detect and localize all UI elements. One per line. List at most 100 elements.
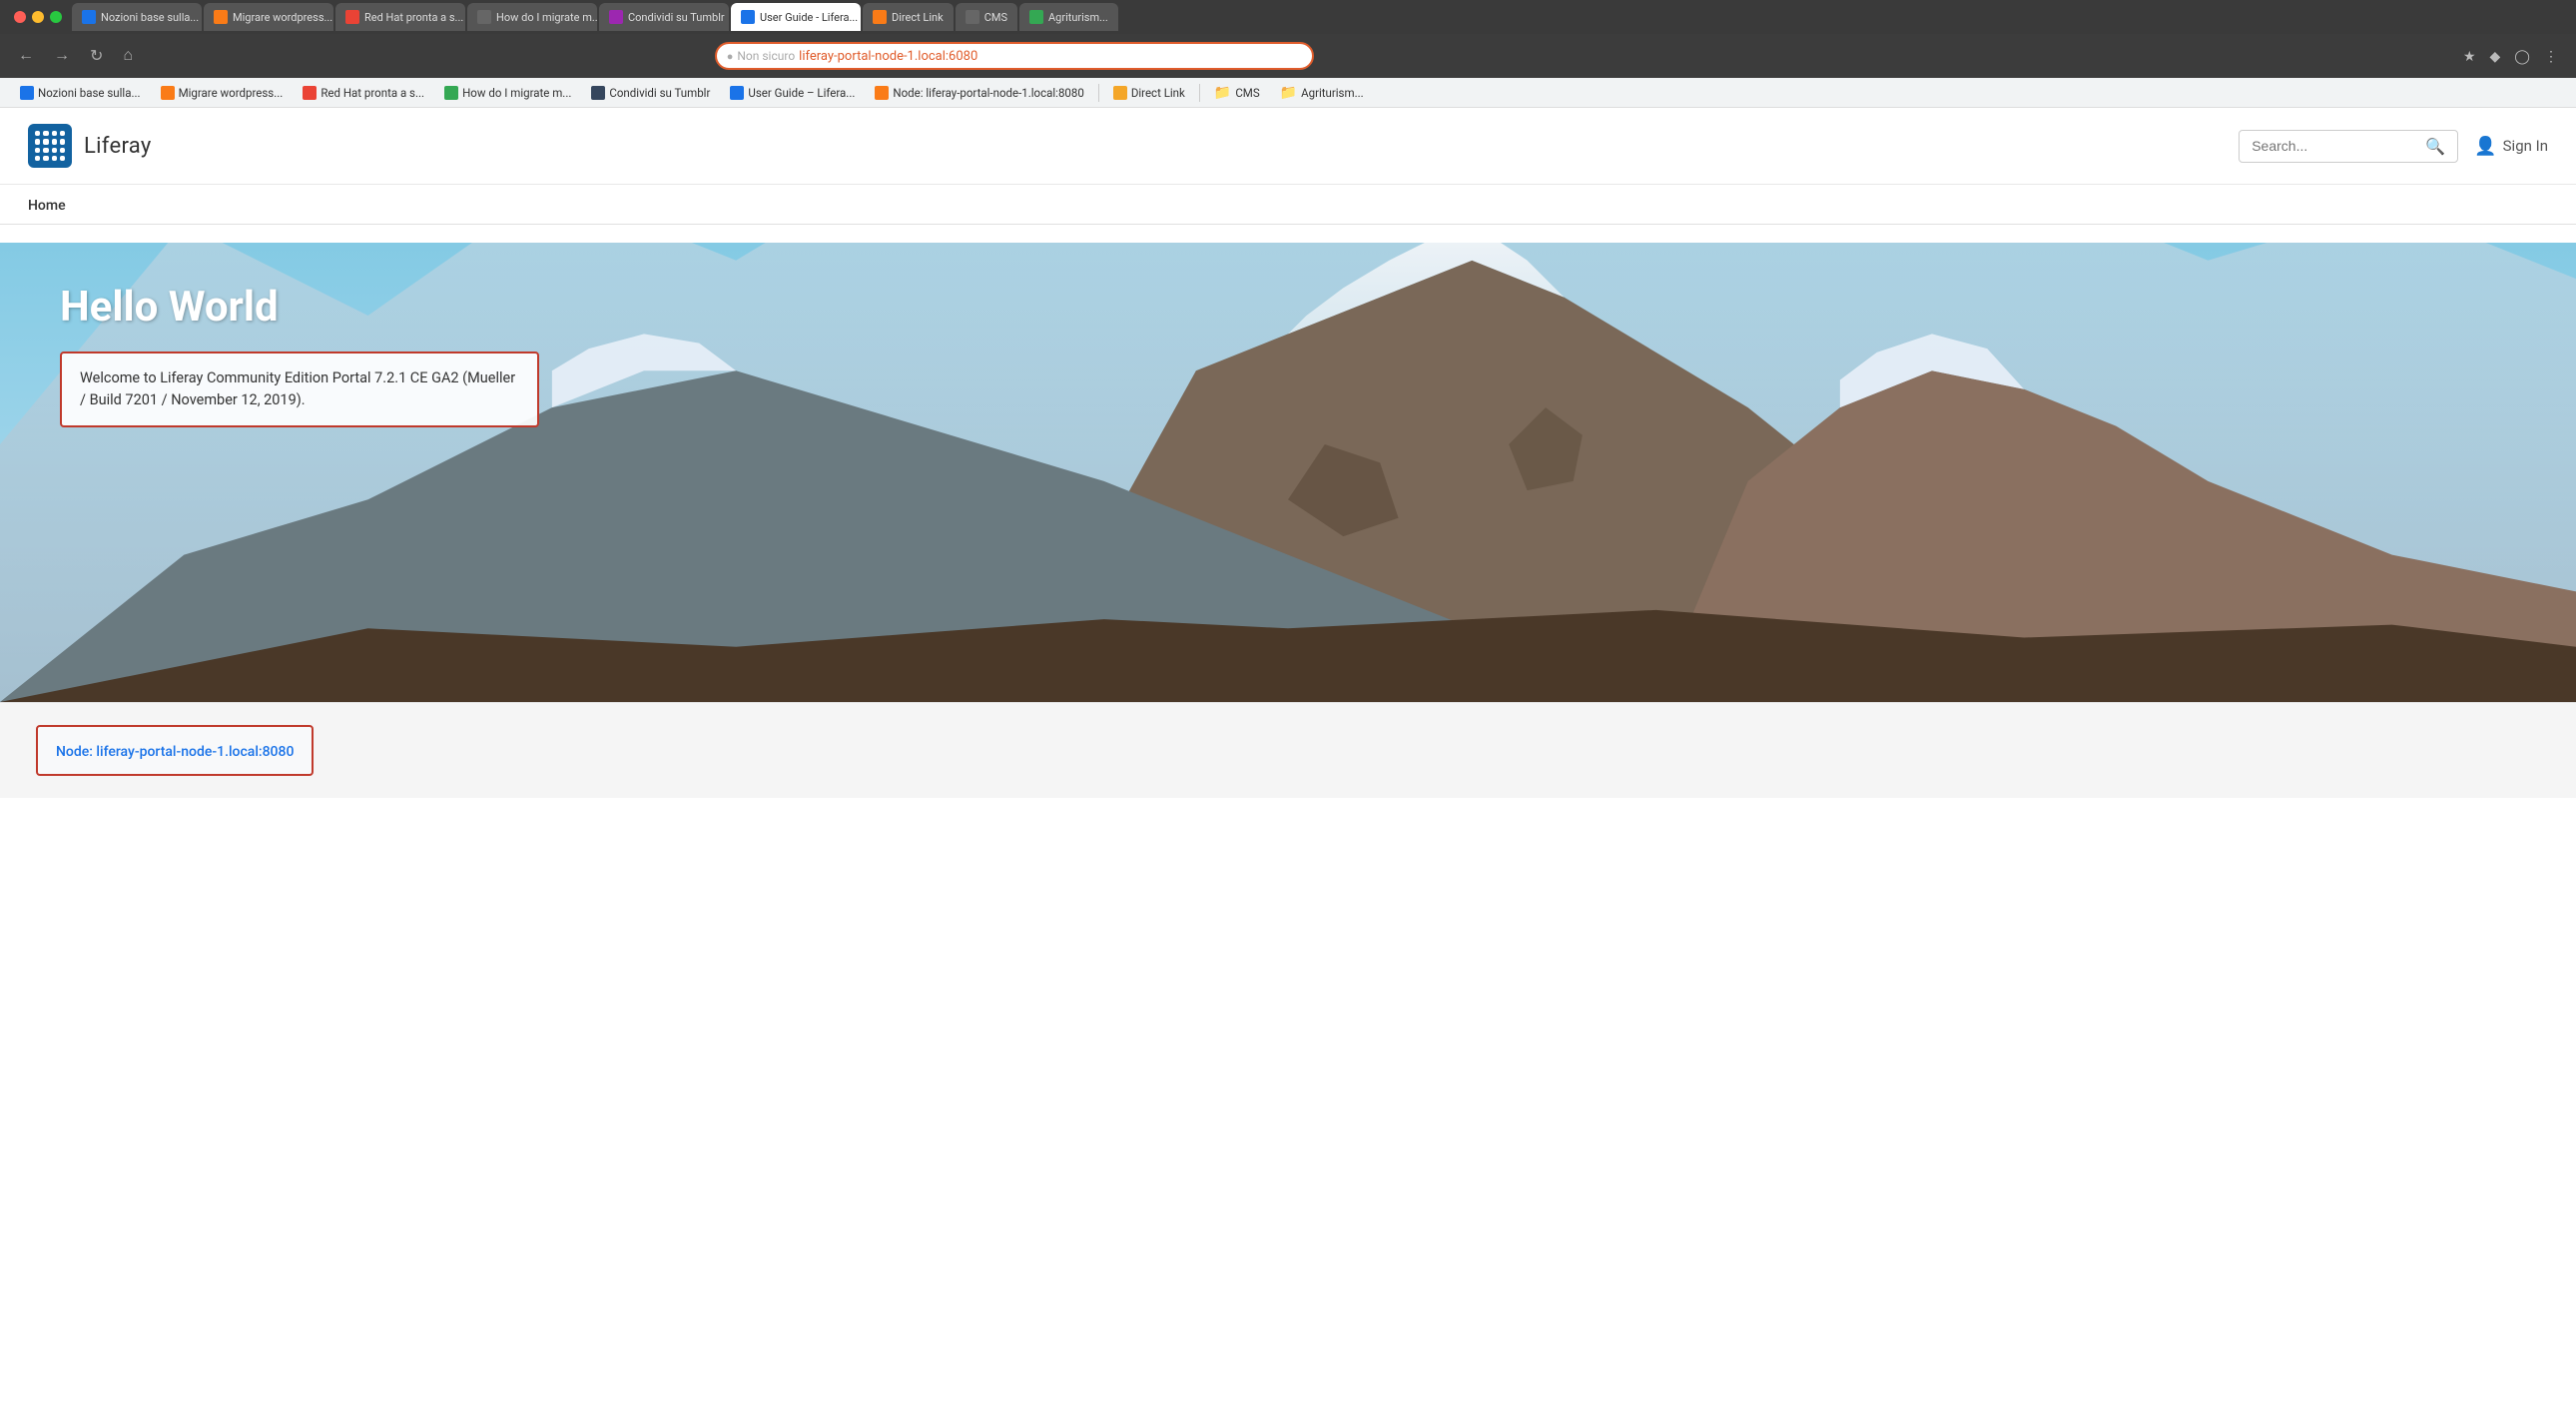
liferay-logo-icon [28, 124, 72, 168]
star-button[interactable]: ★ [2457, 44, 2482, 69]
tab-favicon-0 [82, 10, 96, 24]
browser-nav-bar: ← → ↻ ⌂ ● Non sicuro liferay-portal-node… [0, 34, 2576, 78]
page-header: Liferay 🔍 👤 Sign In [0, 108, 2576, 185]
browser-tab-6[interactable]: Direct Link [863, 3, 954, 31]
search-icon: 🔍 [2425, 137, 2445, 156]
maximize-button[interactable] [50, 11, 62, 23]
logo-dot-7 [52, 139, 57, 144]
logo-dot-11 [52, 148, 57, 153]
bookmark-label-0: Nozioni base sulla... [38, 86, 141, 100]
tab-label-7: CMS [984, 11, 1007, 24]
tab-favicon-7 [966, 10, 979, 24]
logo-dot-8 [60, 139, 65, 144]
page-content: Liferay 🔍 👤 Sign In Home [0, 108, 2576, 798]
browser-tab-0[interactable]: Nozioni base sulla... [72, 3, 202, 31]
search-input[interactable] [2252, 138, 2417, 154]
forward-button[interactable]: → [48, 43, 76, 69]
hero-description-text: Welcome to Liferay Community Edition Por… [80, 369, 515, 408]
tab-label-1: Migrare wordpress... [233, 11, 332, 24]
home-nav-button[interactable]: ⌂ [117, 43, 139, 69]
tab-label-8: Agriturism... [1048, 11, 1108, 24]
bookmark-label-4: Condividi su Tumblr [609, 86, 710, 100]
browser-tab-bar: Nozioni base sulla... Migrare wordpress.… [0, 0, 2576, 34]
hero-description: Welcome to Liferay Community Edition Por… [60, 352, 539, 427]
bookmark-cms[interactable]: 📁 CMS [1206, 83, 1268, 103]
logo-dot-15 [52, 156, 57, 161]
logo-dot-5 [35, 139, 40, 144]
logo-dot-6 [43, 139, 48, 144]
browser-chrome: Nozioni base sulla... Migrare wordpress.… [0, 0, 2576, 108]
logo-dot-12 [60, 148, 65, 153]
bookmark-4[interactable]: Condividi su Tumblr [583, 84, 718, 102]
logo-dot-9 [35, 148, 40, 153]
bookmark-2[interactable]: Red Hat pronta a s... [295, 84, 432, 102]
tab-label-4: Condividi su Tumblr [628, 11, 725, 24]
tab-label-3: How do I migrate m... [496, 11, 597, 24]
logo-dot-1 [35, 131, 40, 136]
tab-favicon-5 [741, 10, 755, 24]
logo-dot-4 [60, 131, 65, 136]
url-prefix: Non sicuro [737, 49, 795, 63]
tab-label-0: Nozioni base sulla... [101, 11, 199, 24]
tab-favicon-8 [1029, 10, 1043, 24]
profile-button[interactable]: ◯ [2508, 44, 2536, 69]
browser-tab-4[interactable]: Condividi su Tumblr [599, 3, 729, 31]
tab-favicon-2 [345, 10, 359, 24]
close-button[interactable] [14, 11, 26, 23]
tab-favicon-6 [873, 10, 887, 24]
bookmark-favicon-direct-link [1113, 86, 1127, 100]
bookmark-favicon-1 [161, 86, 175, 100]
browser-tab-1[interactable]: Migrare wordpress... [204, 3, 333, 31]
bookmark-label-6: Node: liferay-portal-node-1.local:8080 [893, 86, 1083, 100]
bookmark-favicon-6 [875, 86, 889, 100]
bookmark-1[interactable]: Migrare wordpress... [153, 84, 292, 102]
bookmark-direct-link[interactable]: Direct Link [1105, 84, 1193, 102]
user-icon: 👤 [2474, 136, 2496, 157]
extensions-button[interactable]: ◆ [2484, 44, 2507, 69]
hero-section: Hello World Welcome to Liferay Community… [0, 243, 2576, 702]
bookmark-agriturism[interactable]: 📁 Agriturism... [1272, 83, 1372, 103]
search-box[interactable]: 🔍 [2239, 130, 2458, 163]
sign-in-area[interactable]: 👤 Sign In [2474, 136, 2548, 157]
bookmark-5[interactable]: User Guide – Lifera... [722, 84, 863, 102]
browser-tab-5[interactable]: User Guide - Lifera... [731, 3, 861, 31]
back-button[interactable]: ← [12, 43, 40, 69]
hero-title: Hello World [60, 283, 2516, 332]
tab-favicon-3 [477, 10, 491, 24]
tab-label-6: Direct Link [892, 11, 944, 24]
sign-in-label: Sign In [2503, 137, 2548, 155]
logo-dot-3 [52, 131, 57, 136]
tab-label-2: Red Hat pronta a s... [364, 11, 463, 24]
bookmark-3[interactable]: How do I migrate m... [436, 84, 579, 102]
minimize-button[interactable] [32, 11, 44, 23]
browser-tab-2[interactable]: Red Hat pronta a s... [335, 3, 465, 31]
home-nav-link[interactable]: Home [28, 198, 66, 214]
reload-button[interactable]: ↻ [84, 42, 109, 70]
browser-tab-7[interactable]: CMS [956, 3, 1017, 31]
bookmark-6[interactable]: Node: liferay-portal-node-1.local:8080 [867, 84, 1091, 102]
browser-tab-8[interactable]: Agriturism... [1019, 3, 1118, 31]
address-bar[interactable]: ● Non sicuro liferay-portal-node-1.local… [715, 42, 1314, 70]
url-text: liferay-portal-node-1.local:6080 [799, 49, 977, 64]
bookmark-label-3: How do I migrate m... [462, 86, 571, 100]
bookmark-0[interactable]: Nozioni base sulla... [12, 84, 149, 102]
folder-icon-cms: 📁 [1214, 85, 1231, 101]
menu-button[interactable]: ⋮ [2538, 44, 2564, 69]
node-bar: Node: liferay-portal-node-1.local:8080 [36, 725, 314, 776]
bookmark-favicon-3 [444, 86, 458, 100]
node-text: Node: liferay-portal-node-1.local:8080 [56, 744, 294, 760]
browser-nav-icons: ★ ◆ ◯ ⋮ [2457, 44, 2564, 69]
bookmark-separator [1098, 84, 1099, 102]
bookmark-favicon-0 [20, 86, 34, 100]
bookmark-bar: Nozioni base sulla... Migrare wordpress.… [0, 78, 2576, 108]
logo-dot-16 [60, 156, 65, 161]
logo-dot-2 [43, 131, 48, 136]
bookmark-label-agriturism: Agriturism... [1301, 86, 1364, 100]
bookmark-favicon-5 [730, 86, 744, 100]
bookmark-label-cms: CMS [1235, 86, 1259, 100]
logo-dot-13 [35, 156, 40, 161]
window-controls [6, 11, 70, 23]
browser-tab-3[interactable]: How do I migrate m... [467, 3, 597, 31]
bookmark-label-2: Red Hat pronta a s... [321, 86, 424, 100]
bookmark-favicon-2 [303, 86, 317, 100]
